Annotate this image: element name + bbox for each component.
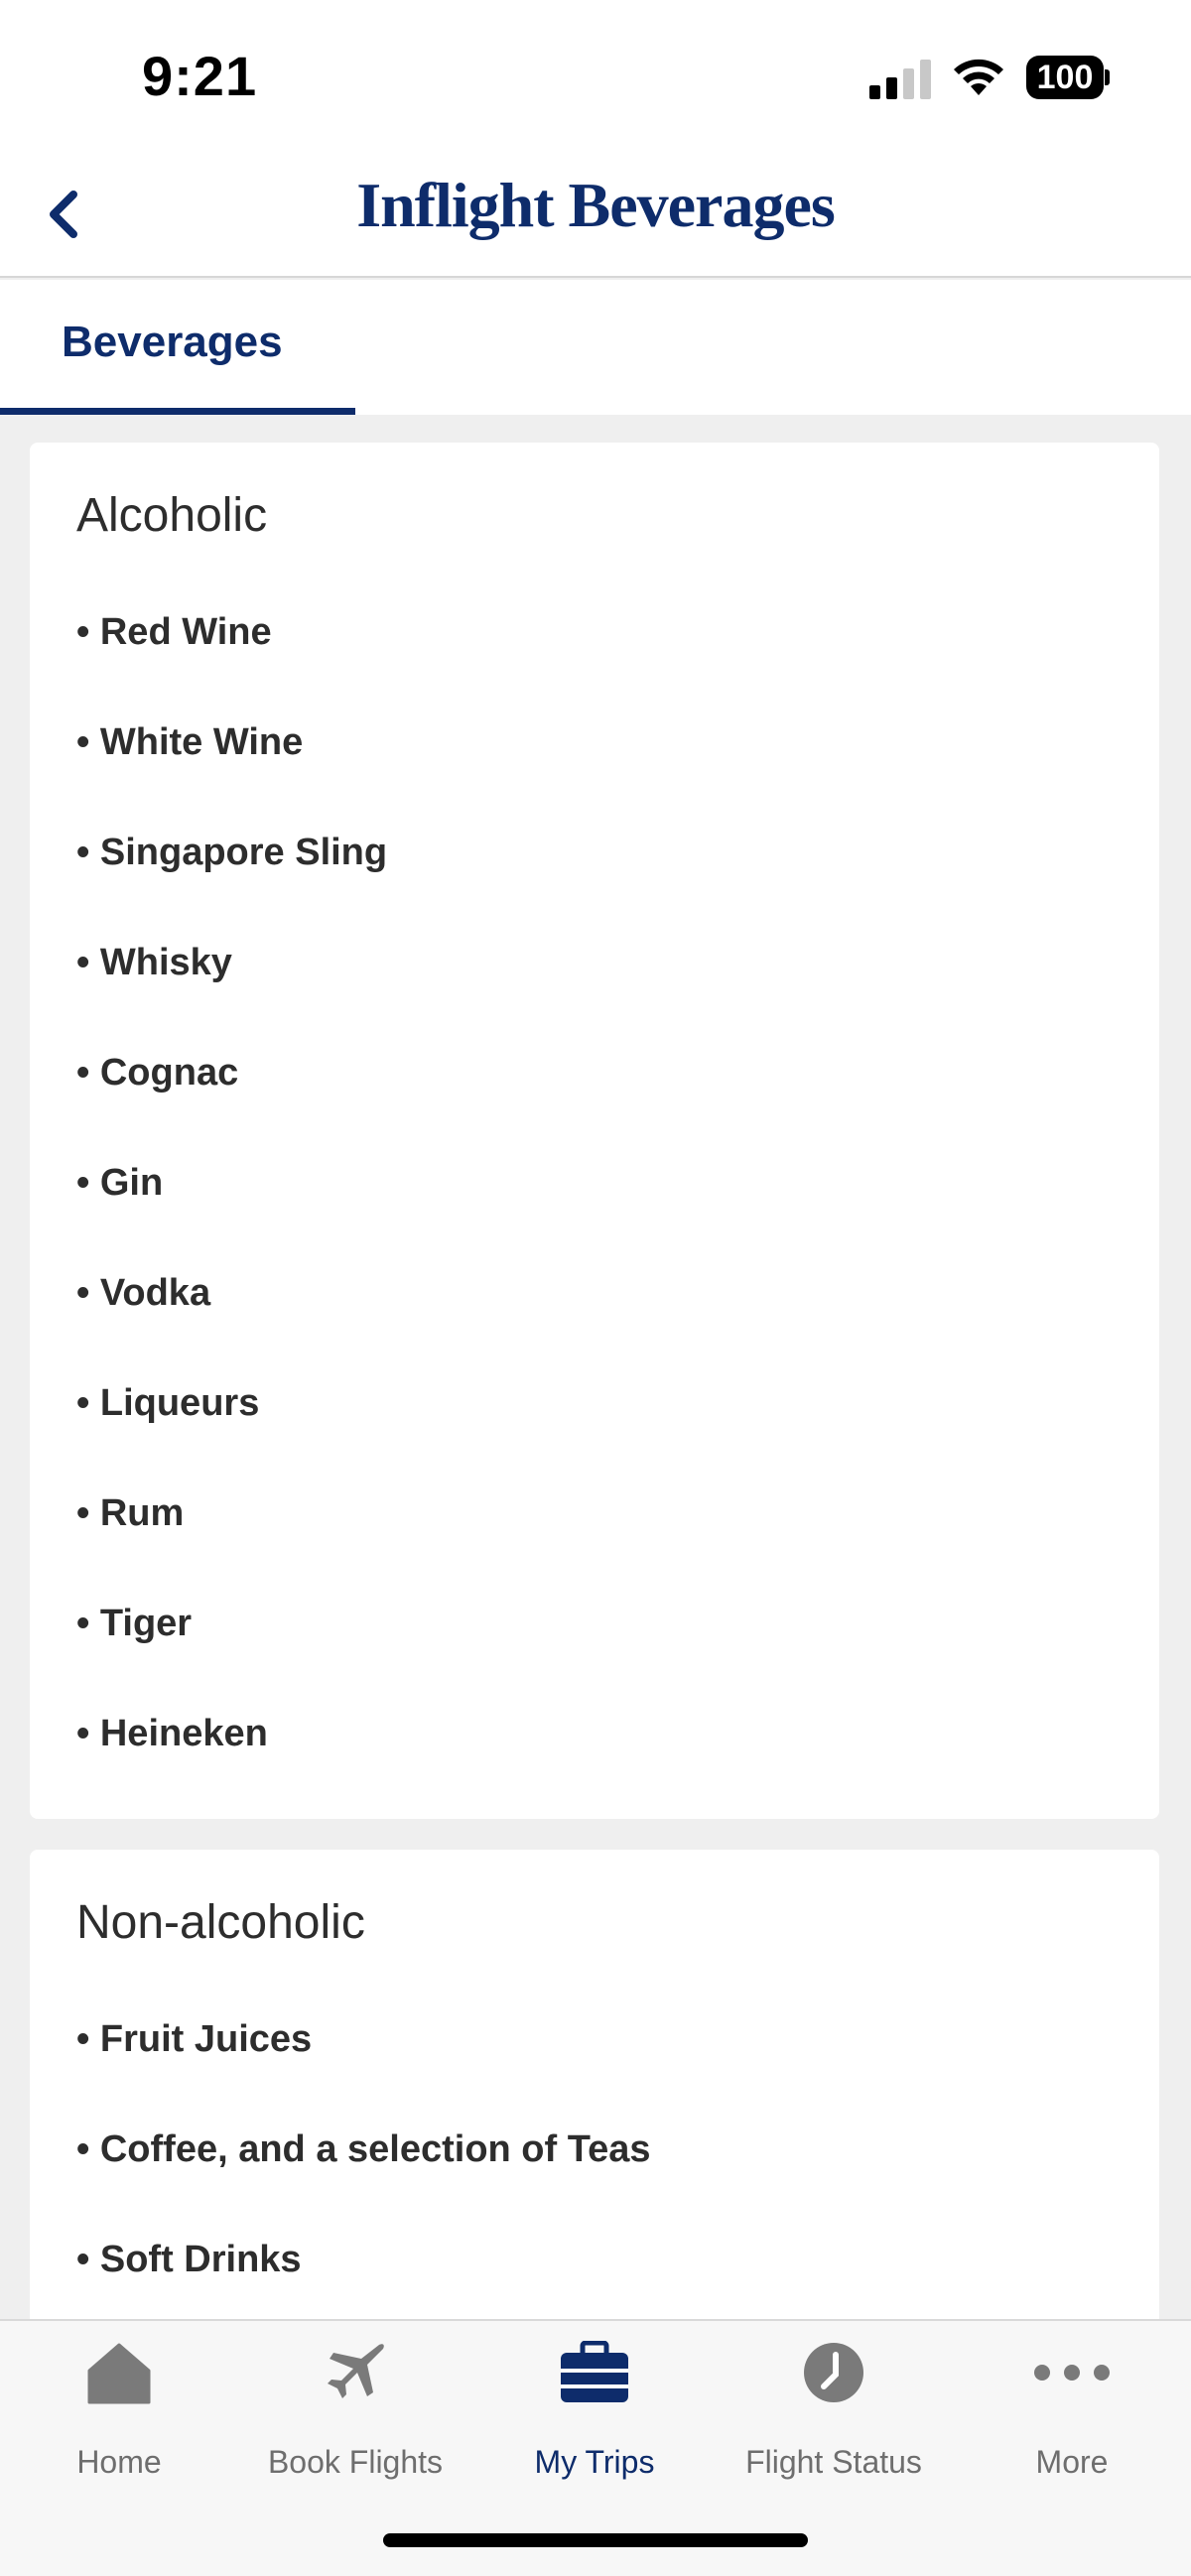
list-item: • Tiger [76, 1603, 193, 1644]
list-item: • Fruit Juices [76, 2018, 313, 2060]
list-item: • Vodka [76, 1272, 211, 1314]
nav-label: My Trips [534, 2444, 655, 2480]
suitcase-icon [561, 2341, 628, 2402]
clock-icon [804, 2343, 863, 2402]
more-icon [1034, 2365, 1110, 2381]
nav-book-flights[interactable]: Book Flights [236, 2321, 474, 2500]
section-heading: Alcoholic [76, 489, 268, 542]
list-item: • Heineken [76, 1713, 268, 1754]
list-item: • Red Wine [76, 611, 272, 653]
tab-label: Beverages [62, 318, 283, 366]
tab-bar: Beverages [0, 280, 1191, 415]
nav-header: Inflight Beverages [0, 149, 1191, 278]
nav-label: Home [76, 2444, 162, 2480]
tab-beverages[interactable]: Beverages [0, 280, 355, 415]
list-item: • White Wine [76, 721, 304, 763]
list-item: • Whisky [76, 942, 232, 983]
status-bar: 9:21 100 [0, 0, 1191, 149]
nav-label: Book Flights [267, 2444, 444, 2480]
page-title: Inflight Beverages [356, 170, 836, 240]
list-item: • Gin [76, 1162, 164, 1204]
home-icon [87, 2343, 151, 2404]
home-indicator[interactable] [383, 2533, 808, 2547]
list-item: • Rum [76, 1492, 185, 1534]
airplane-icon [328, 2344, 384, 2398]
nav-flight-status[interactable]: Flight Status [715, 2321, 953, 2500]
nav-more[interactable]: More [953, 2321, 1191, 2500]
nav-label: More [1035, 2444, 1109, 2480]
cellular-signal-icon [869, 60, 931, 99]
alcoholic-card: Alcoholic • Red Wine • White Wine • Sing… [30, 443, 1159, 1819]
nav-label: Flight Status [745, 2444, 922, 2480]
tab-active-indicator [0, 408, 355, 415]
list-item: • Cognac [76, 1052, 239, 1094]
section-heading: Non-alcoholic [76, 1896, 365, 1949]
list-item: • Coffee, and a selection of Teas [76, 2128, 651, 2170]
battery-level: 100 [1036, 59, 1094, 96]
status-time: 9:21 [142, 45, 258, 107]
nav-home[interactable]: Home [0, 2321, 238, 2500]
battery-icon: 100 [1026, 56, 1110, 99]
list-item: • Singapore Sling [76, 832, 388, 873]
nav-my-trips[interactable]: My Trips [475, 2321, 714, 2500]
list-item: • Liqueurs [76, 1382, 260, 1424]
wifi-icon [954, 59, 1003, 95]
list-item: • Soft Drinks [76, 2239, 302, 2280]
